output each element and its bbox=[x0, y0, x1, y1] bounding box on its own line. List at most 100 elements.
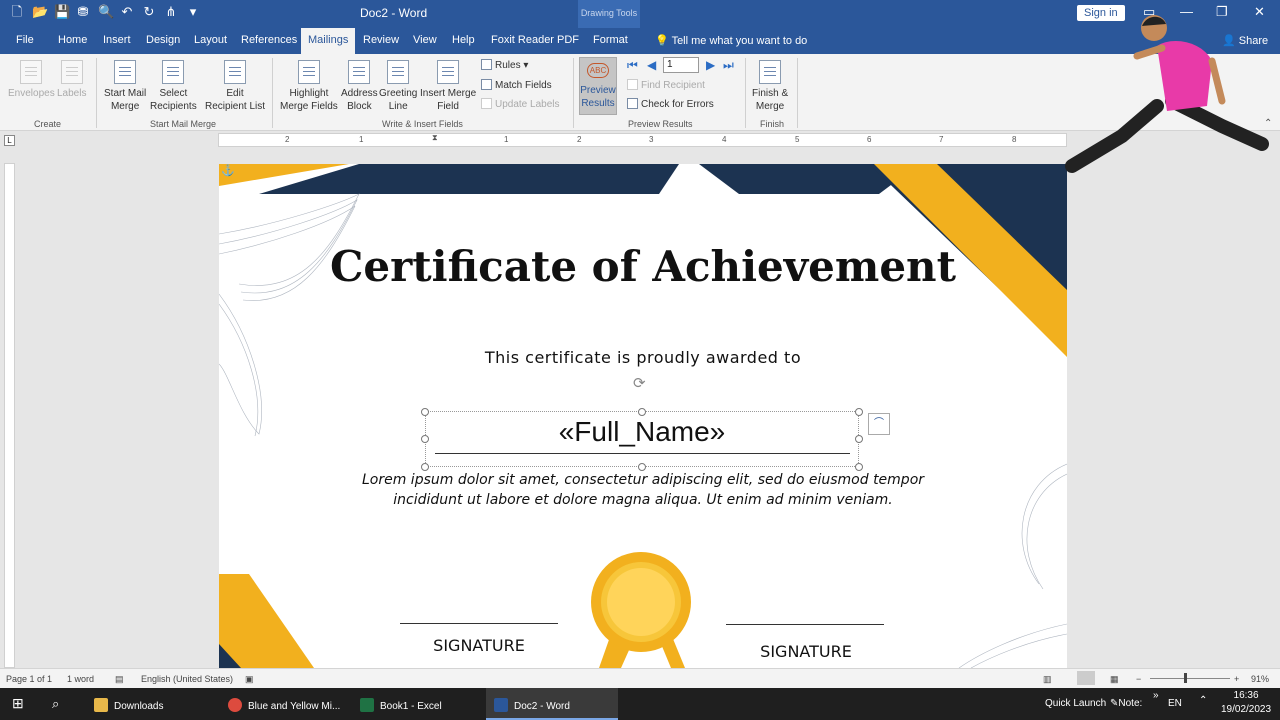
anchor-icon[interactable]: ⚓ bbox=[221, 164, 235, 177]
check-errors-icon bbox=[627, 98, 638, 109]
tree-icon[interactable]: ⋔ bbox=[164, 5, 178, 19]
word-count[interactable]: 1 word bbox=[67, 674, 94, 684]
tab-view[interactable]: View bbox=[413, 34, 437, 46]
page-count[interactable]: Page 1 of 1 bbox=[6, 674, 52, 684]
certificate-subtitle: This certificate is proudly awarded to bbox=[484, 348, 802, 367]
ruler-indent-marker[interactable]: ⧗ bbox=[432, 133, 438, 143]
ruler-mark: 2 bbox=[577, 135, 582, 144]
resize-handle[interactable] bbox=[855, 408, 863, 416]
labels-button[interactable]: Labels bbox=[57, 60, 86, 100]
print-layout-icon[interactable] bbox=[1077, 671, 1095, 685]
taskbar-item-excel[interactable]: Book1 - Excel bbox=[352, 688, 484, 720]
customize-qat-icon[interactable]: ▾ bbox=[186, 5, 200, 19]
next-record-icon[interactable]: ▶ bbox=[706, 58, 715, 72]
tab-insert[interactable]: Insert bbox=[103, 34, 131, 46]
find-recipient-button[interactable]: Find Recipient bbox=[627, 79, 705, 91]
start-mail-merge-button[interactable]: Start Mail Merge bbox=[104, 60, 146, 113]
read-mode-icon[interactable]: ▥ bbox=[1043, 674, 1052, 685]
zoom-out-icon[interactable]: − bbox=[1136, 674, 1141, 684]
recipients-icon bbox=[162, 60, 185, 84]
vertical-ruler[interactable] bbox=[4, 163, 15, 668]
lightbulb-icon: 💡 bbox=[655, 35, 672, 47]
greeting-line-button[interactable]: Greeting Line bbox=[379, 60, 417, 113]
tab-mailings[interactable]: Mailings bbox=[301, 28, 356, 54]
select-recipients-button[interactable]: Select Recipients bbox=[150, 60, 197, 113]
zoom-slider[interactable] bbox=[1150, 678, 1230, 679]
overflow-chevron-icon[interactable]: » bbox=[1153, 688, 1159, 720]
group-separator bbox=[96, 58, 97, 128]
excel-icon bbox=[360, 698, 374, 712]
group-write-insert-label: Write & Insert Fields bbox=[382, 119, 463, 129]
last-record-icon[interactable]: ⏭ bbox=[723, 58, 734, 73]
windows-start-icon[interactable]: ⊞ bbox=[12, 688, 24, 720]
proofing-icon[interactable]: ▤ bbox=[115, 674, 124, 685]
previous-record-icon[interactable]: ◀ bbox=[647, 58, 656, 72]
rotate-handle-icon[interactable]: ⟳ bbox=[633, 374, 646, 392]
windows-taskbar: ⊞ ⌕ Downloads Blue and Yellow Mi... Book… bbox=[0, 688, 1280, 720]
preview-results-button[interactable]: ABC Preview Results bbox=[579, 57, 617, 115]
resize-handle[interactable] bbox=[421, 408, 429, 416]
tab-design[interactable]: Design bbox=[146, 34, 180, 46]
save-icon[interactable]: 💾 bbox=[54, 5, 70, 19]
show-hidden-icons-icon[interactable]: ⌃ bbox=[1199, 688, 1207, 720]
new-document-icon[interactable]: 🗋 bbox=[10, 5, 24, 19]
language-indicator[interactable]: English (United States) bbox=[141, 674, 233, 684]
find-icon bbox=[627, 79, 638, 90]
edit-recipient-list-button[interactable]: Edit Recipient List bbox=[205, 60, 265, 113]
update-labels-button[interactable]: Update Labels bbox=[481, 98, 560, 110]
quick-access-toolbar: 🗋 📂 💾 ⛃ 🔍 ↶ ↻ ⋔ ▾ bbox=[10, 5, 200, 19]
tab-help[interactable]: Help bbox=[452, 34, 475, 46]
horizontal-ruler[interactable]: 2 1 ⧗ 1 2 3 4 5 6 7 8 bbox=[218, 133, 1067, 147]
macro-icon[interactable]: ▣ bbox=[245, 674, 254, 685]
full-name-merge-field[interactable]: «Full_Name» bbox=[429, 416, 855, 448]
zoom-slider-thumb[interactable] bbox=[1184, 673, 1187, 683]
tab-references[interactable]: References bbox=[241, 34, 297, 46]
insert-merge-field-button[interactable]: Insert Merge Field bbox=[420, 60, 476, 113]
first-record-icon[interactable]: ⏮ bbox=[627, 58, 638, 73]
redo-icon[interactable]: ↻ bbox=[142, 5, 156, 19]
resize-handle[interactable] bbox=[421, 435, 429, 443]
zoom-level[interactable]: 91% bbox=[1251, 674, 1269, 684]
search-icon[interactable]: ⌕ bbox=[52, 688, 59, 720]
highlight-icon bbox=[297, 60, 320, 84]
taskbar-item-chrome[interactable]: Blue and Yellow Mi... bbox=[222, 688, 350, 720]
resize-handle[interactable] bbox=[855, 435, 863, 443]
highlight-merge-fields-button[interactable]: Highlight Merge Fields bbox=[280, 60, 338, 113]
ruler-mark: 5 bbox=[795, 135, 800, 144]
tab-selector[interactable]: L bbox=[4, 135, 15, 146]
save-sync-icon[interactable]: ⛃ bbox=[76, 5, 90, 19]
taskbar-item-word[interactable]: Doc2 - Word bbox=[486, 688, 618, 720]
address-block-button[interactable]: Address Block bbox=[341, 60, 378, 113]
web-layout-icon[interactable]: ▦ bbox=[1110, 674, 1119, 685]
resize-handle[interactable] bbox=[638, 408, 646, 416]
envelopes-button[interactable]: Envelopes bbox=[8, 60, 55, 100]
tab-review[interactable]: Review bbox=[363, 34, 399, 46]
open-icon[interactable]: 📂 bbox=[32, 5, 48, 19]
record-number-input[interactable]: 1 bbox=[663, 57, 699, 73]
check-for-errors-button[interactable]: Check for Errors bbox=[627, 98, 714, 110]
input-language[interactable]: EN bbox=[1168, 688, 1182, 720]
system-clock[interactable]: 16:36 19/02/2023 bbox=[1221, 688, 1271, 720]
note-app[interactable]: ✎Note: bbox=[1110, 688, 1142, 720]
tab-foxit[interactable]: Foxit Reader PDF bbox=[491, 34, 579, 46]
tab-format[interactable]: Format bbox=[593, 34, 628, 46]
undo-icon[interactable]: ↶ bbox=[120, 5, 134, 19]
rules-button[interactable]: Rules ▾ bbox=[481, 59, 528, 71]
tab-file[interactable]: File bbox=[16, 34, 34, 46]
finish-merge-icon bbox=[759, 60, 782, 84]
finish-merge-button[interactable]: Finish & Merge bbox=[752, 60, 788, 113]
quick-launch-toolbar[interactable]: Quick Launch bbox=[1045, 688, 1106, 720]
tab-layout[interactable]: Layout bbox=[194, 34, 227, 46]
layout-options-icon[interactable]: ⌒ bbox=[868, 413, 890, 435]
signature-label-left: SIGNATURE bbox=[433, 636, 525, 655]
document-page[interactable]: ⚓ Certificate of Achievement This certif… bbox=[219, 164, 1067, 668]
print-preview-icon[interactable]: 🔍 bbox=[98, 5, 114, 19]
address-block-icon bbox=[348, 60, 371, 84]
match-fields-button[interactable]: Match Fields bbox=[481, 79, 552, 91]
zoom-in-icon[interactable]: + bbox=[1234, 674, 1239, 684]
taskbar-item-downloads[interactable]: Downloads bbox=[84, 688, 222, 720]
name-underline bbox=[435, 453, 850, 454]
tab-home[interactable]: Home bbox=[58, 34, 87, 46]
tell-me-search[interactable]: 💡 Tell me what you want to do bbox=[655, 34, 807, 47]
certificate-title: Certificate of Achievement bbox=[329, 242, 956, 291]
